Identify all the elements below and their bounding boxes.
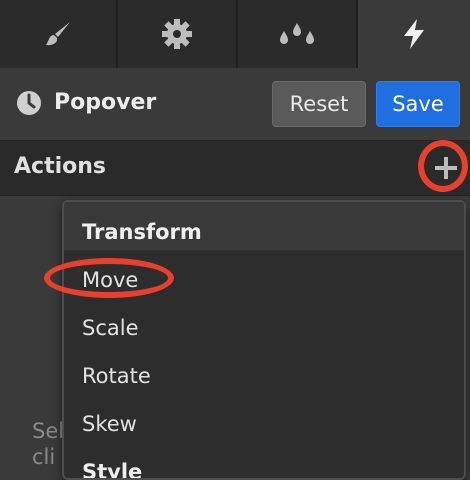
- action-type-dropdown: Transform Move Scale Rotate Skew Style: [62, 200, 466, 480]
- dropdown-section-label: Transform: [82, 220, 202, 244]
- highlight-ellipse-move: [44, 258, 174, 298]
- menu-item-label: Rotate: [82, 364, 151, 388]
- tab-effects[interactable]: [238, 0, 358, 68]
- panel-header: Popover Reset Save: [0, 68, 470, 140]
- menu-item-label: Scale: [82, 316, 139, 340]
- reset-button[interactable]: Reset: [272, 81, 366, 127]
- lightning-icon: [400, 18, 428, 50]
- highlight-circle-add-button: [418, 140, 468, 192]
- tab-settings[interactable]: [118, 0, 238, 68]
- tab-bar: [0, 0, 470, 68]
- dropdown-section-style: Style: [82, 460, 143, 480]
- gear-icon: [161, 18, 193, 50]
- brush-icon: [43, 19, 73, 49]
- clock-icon: [16, 90, 42, 116]
- menu-item-skew[interactable]: Skew: [64, 400, 464, 448]
- droplets-icon: [277, 19, 317, 49]
- dropdown-section-transform: Transform: [64, 202, 464, 250]
- actions-section-header: Actions: [0, 140, 470, 196]
- tab-interactions[interactable]: [358, 0, 470, 68]
- menu-item-scale[interactable]: Scale: [64, 304, 464, 352]
- page-title: Popover: [54, 90, 157, 115]
- tab-style[interactable]: [0, 0, 118, 68]
- actions-label: Actions: [14, 154, 106, 179]
- menu-item-rotate[interactable]: Rotate: [64, 352, 464, 400]
- menu-item-label: Skew: [82, 412, 137, 436]
- save-button[interactable]: Save: [376, 81, 460, 127]
